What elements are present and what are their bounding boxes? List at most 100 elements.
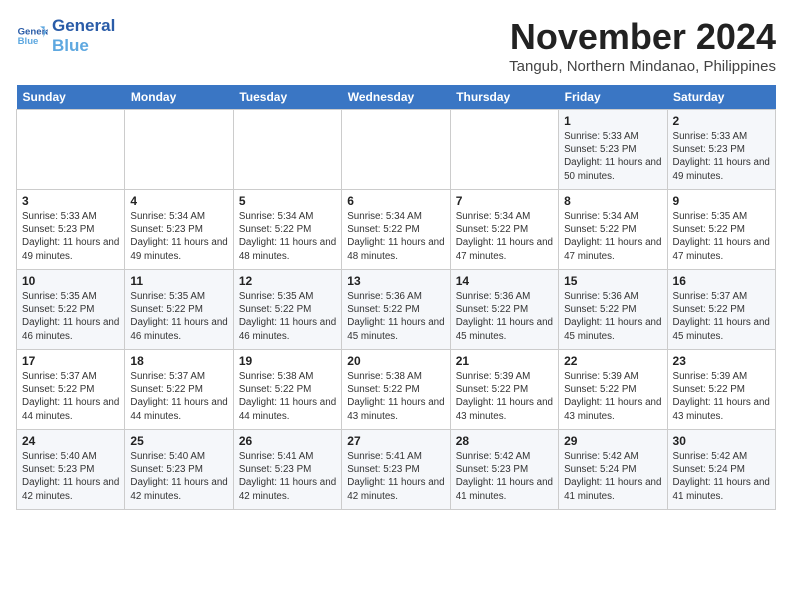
cell-text: Sunrise: 5:36 AM Sunset: 5:22 PM Dayligh… xyxy=(564,290,661,343)
day-number: 8 xyxy=(564,194,661,208)
day-number: 15 xyxy=(564,274,661,288)
day-number: 20 xyxy=(347,354,444,368)
calendar-cell: 2Sunrise: 5:33 AM Sunset: 5:23 PM Daylig… xyxy=(667,110,775,190)
cell-text: Sunrise: 5:35 AM Sunset: 5:22 PM Dayligh… xyxy=(22,290,119,343)
day-number: 23 xyxy=(673,354,770,368)
calendar-cell: 28 Sunrise: 5:42 AM Sunset: 5:23 PM Dayli… xyxy=(450,430,558,510)
calendar-table: SundayMondayTuesdayWednesdayThursdayFrid… xyxy=(16,85,776,510)
header-cell-wednesday: Wednesday xyxy=(342,85,450,110)
day-number: 12 xyxy=(239,274,336,288)
cell-text: Sunrise: 5:39 AM Sunset: 5:22 PM Dayligh… xyxy=(564,370,661,423)
day-number: 5 xyxy=(239,194,336,208)
cell-text: Sunrise: 5:35 AM Sunset: 5:22 PM Dayligh… xyxy=(239,290,336,343)
header-row: SundayMondayTuesdayWednesdayThursdayFrid… xyxy=(17,85,776,110)
calendar-cell: 4 Sunrise: 5:34 AM Sunset: 5:23 PM Daylig… xyxy=(125,190,233,270)
day-number: 25 xyxy=(130,434,227,448)
day-number: 14 xyxy=(456,274,553,288)
header-cell-thursday: Thursday xyxy=(450,85,558,110)
month-title: November 2024 xyxy=(509,16,776,58)
calendar-cell: 9 Sunrise: 5:35 AM Sunset: 5:22 PM Daylig… xyxy=(667,190,775,270)
day-number: 6 xyxy=(347,194,444,208)
location: Tangub, Northern Mindanao, Philippines xyxy=(509,58,776,75)
calendar-cell: 22Sunrise: 5:39 AM Sunset: 5:22 PM Dayli… xyxy=(559,350,667,430)
cell-text: Sunrise: 5:34 AM Sunset: 5:22 PM Dayligh… xyxy=(564,210,661,263)
cell-text: Sunrise: 5:42 AM Sunset: 5:23 PM Dayligh… xyxy=(456,450,553,503)
calendar-cell xyxy=(450,110,558,190)
cell-text: Sunrise: 5:34 AM Sunset: 5:22 PM Dayligh… xyxy=(347,210,444,263)
header-cell-sunday: Sunday xyxy=(17,85,125,110)
cell-text: Sunrise: 5:40 AM Sunset: 5:23 PM Dayligh… xyxy=(130,450,227,503)
header-cell-saturday: Saturday xyxy=(667,85,775,110)
logo-icon: General Blue xyxy=(16,20,48,52)
calendar-cell xyxy=(233,110,341,190)
cell-text: Sunrise: 5:33 AM Sunset: 5:23 PM Dayligh… xyxy=(564,130,661,183)
calendar-cell xyxy=(17,110,125,190)
cell-text: Sunrise: 5:42 AM Sunset: 5:24 PM Dayligh… xyxy=(673,450,770,503)
day-number: 13 xyxy=(347,274,444,288)
cell-text: Sunrise: 5:42 AM Sunset: 5:24 PM Dayligh… xyxy=(564,450,661,503)
cell-text: Sunrise: 5:38 AM Sunset: 5:22 PM Dayligh… xyxy=(239,370,336,423)
cell-text: Sunrise: 5:36 AM Sunset: 5:22 PM Dayligh… xyxy=(347,290,444,343)
cell-text: Sunrise: 5:40 AM Sunset: 5:23 PM Dayligh… xyxy=(22,450,119,503)
day-number: 16 xyxy=(673,274,770,288)
cell-text: Sunrise: 5:41 AM Sunset: 5:23 PM Dayligh… xyxy=(239,450,336,503)
calendar-cell xyxy=(342,110,450,190)
cell-text: Sunrise: 5:34 AM Sunset: 5:23 PM Dayligh… xyxy=(130,210,227,263)
calendar-cell: 21Sunrise: 5:39 AM Sunset: 5:22 PM Dayli… xyxy=(450,350,558,430)
calendar-cell: 20 Sunrise: 5:38 AM Sunset: 5:22 PM Dayli… xyxy=(342,350,450,430)
cell-text: Sunrise: 5:34 AM Sunset: 5:22 PM Dayligh… xyxy=(456,210,553,263)
cell-text: Sunrise: 5:37 AM Sunset: 5:22 PM Dayligh… xyxy=(673,290,770,343)
cell-text: Sunrise: 5:38 AM Sunset: 5:22 PM Dayligh… xyxy=(347,370,444,423)
cell-text: Sunrise: 5:41 AM Sunset: 5:23 PM Dayligh… xyxy=(347,450,444,503)
calendar-cell: 18Sunrise: 5:37 AM Sunset: 5:22 PM Dayli… xyxy=(125,350,233,430)
calendar-cell: 25 Sunrise: 5:40 AM Sunset: 5:23 PM Dayli… xyxy=(125,430,233,510)
cell-text: Sunrise: 5:36 AM Sunset: 5:22 PM Dayligh… xyxy=(456,290,553,343)
calendar-cell: 19 Sunrise: 5:38 AM Sunset: 5:22 PM Dayli… xyxy=(233,350,341,430)
title-area: November 2024 Tangub, Northern Mindanao,… xyxy=(509,16,776,75)
header-cell-monday: Monday xyxy=(125,85,233,110)
logo-line2: Blue xyxy=(52,36,89,55)
calendar-cell: 13 Sunrise: 5:36 AM Sunset: 5:22 PM Dayli… xyxy=(342,270,450,350)
day-number: 7 xyxy=(456,194,553,208)
week-row-2: 10 Sunrise: 5:35 AM Sunset: 5:22 PM Dayli… xyxy=(17,270,776,350)
calendar-cell: 10 Sunrise: 5:35 AM Sunset: 5:22 PM Dayli… xyxy=(17,270,125,350)
day-number: 19 xyxy=(239,354,336,368)
header-cell-tuesday: Tuesday xyxy=(233,85,341,110)
calendar-cell: 11 Sunrise: 5:35 AM Sunset: 5:22 PM Dayli… xyxy=(125,270,233,350)
day-number: 10 xyxy=(22,274,119,288)
calendar-cell: 16 Sunrise: 5:37 AM Sunset: 5:22 PM Dayli… xyxy=(667,270,775,350)
week-row-4: 24 Sunrise: 5:40 AM Sunset: 5:23 PM Dayli… xyxy=(17,430,776,510)
calendar-cell: 29Sunrise: 5:42 AM Sunset: 5:24 PM Dayli… xyxy=(559,430,667,510)
cell-text: Sunrise: 5:35 AM Sunset: 5:22 PM Dayligh… xyxy=(130,290,227,343)
cell-text: Sunrise: 5:33 AM Sunset: 5:23 PM Dayligh… xyxy=(22,210,119,263)
cell-text: Sunrise: 5:35 AM Sunset: 5:22 PM Dayligh… xyxy=(673,210,770,263)
calendar-cell: 27Sunrise: 5:41 AM Sunset: 5:23 PM Dayli… xyxy=(342,430,450,510)
day-number: 28 xyxy=(456,434,553,448)
day-number: 9 xyxy=(673,194,770,208)
week-row-1: 3 Sunrise: 5:33 AM Sunset: 5:23 PM Daylig… xyxy=(17,190,776,270)
header: General Blue General Blue November 2024 … xyxy=(16,16,776,75)
day-number: 3 xyxy=(22,194,119,208)
day-number: 4 xyxy=(130,194,227,208)
cell-text: Sunrise: 5:34 AM Sunset: 5:22 PM Dayligh… xyxy=(239,210,336,263)
calendar-cell: 14 Sunrise: 5:36 AM Sunset: 5:22 PM Dayli… xyxy=(450,270,558,350)
day-number: 30 xyxy=(673,434,770,448)
calendar-cell: 15 Sunrise: 5:36 AM Sunset: 5:22 PM Dayli… xyxy=(559,270,667,350)
calendar-cell: 23Sunrise: 5:39 AM Sunset: 5:22 PM Dayli… xyxy=(667,350,775,430)
calendar-cell: 6 Sunrise: 5:34 AM Sunset: 5:22 PM Daylig… xyxy=(342,190,450,270)
day-number: 1 xyxy=(564,114,661,128)
calendar-cell: 1 Sunrise: 5:33 AM Sunset: 5:23 PM Daylig… xyxy=(559,110,667,190)
day-number: 24 xyxy=(22,434,119,448)
day-number: 18 xyxy=(130,354,227,368)
week-row-3: 17Sunrise: 5:37 AM Sunset: 5:22 PM Dayli… xyxy=(17,350,776,430)
logo: General Blue General Blue xyxy=(16,16,115,55)
day-number: 11 xyxy=(130,274,227,288)
cell-text: Sunrise: 5:37 AM Sunset: 5:22 PM Dayligh… xyxy=(22,370,119,423)
day-number: 2 xyxy=(673,114,770,128)
calendar-cell: 30 Sunrise: 5:42 AM Sunset: 5:24 PM Dayli… xyxy=(667,430,775,510)
day-number: 26 xyxy=(239,434,336,448)
header-cell-friday: Friday xyxy=(559,85,667,110)
calendar-cell: 3 Sunrise: 5:33 AM Sunset: 5:23 PM Daylig… xyxy=(17,190,125,270)
svg-text:Blue: Blue xyxy=(18,36,39,47)
calendar-cell: 17Sunrise: 5:37 AM Sunset: 5:22 PM Dayli… xyxy=(17,350,125,430)
